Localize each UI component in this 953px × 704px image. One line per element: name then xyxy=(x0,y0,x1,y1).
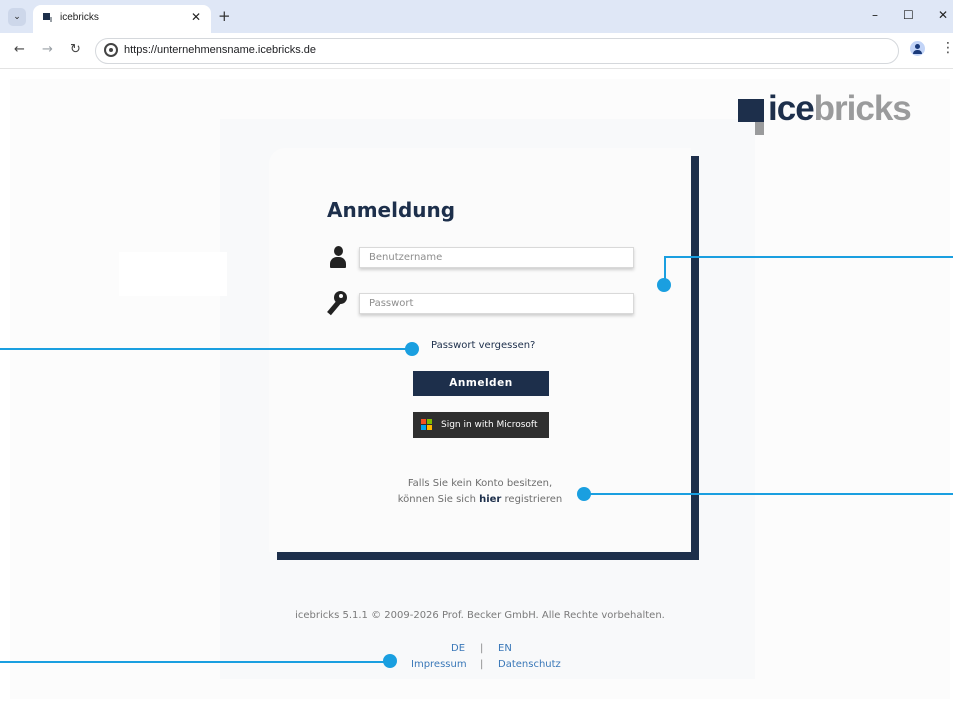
icebricks-favicon-icon xyxy=(43,13,53,22)
register-text-line2: können Sie sich hier registrieren xyxy=(397,494,563,505)
register-text-line1: Falls Sie kein Konto besitzen, xyxy=(407,478,553,489)
callout-dot xyxy=(577,487,591,501)
callout-dot xyxy=(405,342,419,356)
username-input[interactable] xyxy=(359,247,634,268)
microsoft-button-label: Sign in with Microsoft xyxy=(441,420,538,430)
window-close-icon[interactable]: ✕ xyxy=(938,8,948,22)
forgot-password-link[interactable]: Passwort vergessen? xyxy=(431,340,535,351)
reload-icon[interactable]: ↻ xyxy=(70,42,81,57)
tab-title: icebricks xyxy=(60,12,99,23)
callout-line xyxy=(664,256,953,258)
callout-line xyxy=(0,661,390,663)
background-panel xyxy=(119,252,227,296)
address-bar[interactable]: https://unternehmensname.icebricks.de xyxy=(95,38,899,64)
tab-close-icon[interactable]: ✕ xyxy=(191,10,201,24)
key-icon xyxy=(325,291,349,317)
user-icon xyxy=(330,246,346,269)
logo-text-ice: ice xyxy=(768,89,815,128)
minimize-icon[interactable]: – xyxy=(872,8,878,22)
language-en-link[interactable]: EN xyxy=(498,643,512,654)
browser-tab[interactable]: icebricks ✕ xyxy=(33,5,211,33)
callout-dot xyxy=(657,278,671,292)
forward-arrow-icon[interactable]: → xyxy=(42,42,53,57)
microsoft-signin-button[interactable]: Sign in with Microsoft xyxy=(413,412,549,438)
profile-avatar-icon[interactable] xyxy=(910,41,925,56)
browser-menu-icon[interactable]: ⋮ xyxy=(941,40,953,56)
microsoft-logo-icon xyxy=(421,419,433,431)
login-card: Anmeldung Passwort vergessen? Anmelden S… xyxy=(269,148,691,552)
tab-search-chevron-icon[interactable]: ⌄ xyxy=(8,8,26,26)
logo-text-bricks: bricks xyxy=(813,89,912,128)
datenschutz-link[interactable]: Datenschutz xyxy=(498,659,561,670)
language-de-link[interactable]: DE xyxy=(451,643,465,654)
separator: | xyxy=(480,659,484,670)
callout-line xyxy=(0,348,412,350)
browser-tab-bar: ⌄ icebricks ✕ + – ☐ ✕ xyxy=(0,0,953,33)
callout-line xyxy=(584,493,953,495)
back-arrow-icon[interactable]: ← xyxy=(14,42,25,57)
new-tab-plus-icon[interactable]: + xyxy=(218,7,231,25)
impressum-link[interactable]: Impressum xyxy=(411,659,467,670)
password-input[interactable] xyxy=(359,293,634,314)
separator: | xyxy=(480,643,484,654)
copyright-text: icebricks 5.1.1 © 2009-2026 Prof. Becker… xyxy=(295,610,665,621)
logo-square-icon xyxy=(738,99,764,122)
login-title: Anmeldung xyxy=(327,198,456,222)
callout-dot xyxy=(383,654,397,668)
maximize-icon[interactable]: ☐ xyxy=(903,8,914,22)
register-link[interactable]: hier xyxy=(479,494,501,505)
site-info-icon[interactable] xyxy=(104,43,118,57)
url-text[interactable]: https://unternehmensname.icebricks.de xyxy=(124,44,316,56)
login-button[interactable]: Anmelden xyxy=(413,371,549,396)
browser-toolbar: ← → ↻ https://unternehmensname.icebricks… xyxy=(0,33,953,69)
